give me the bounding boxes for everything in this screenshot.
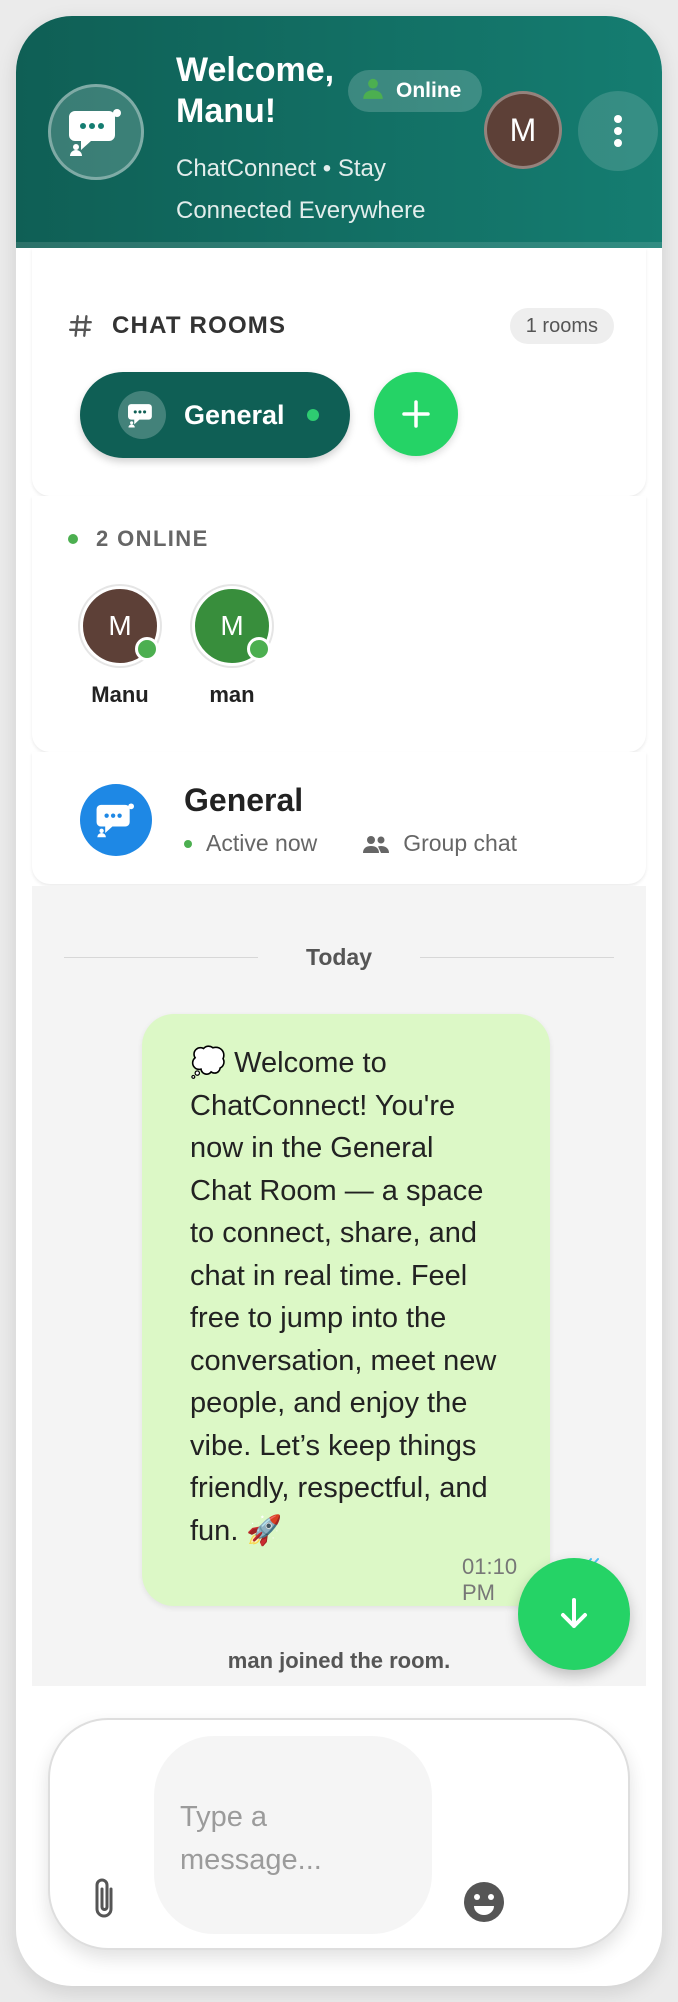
room-title: General [184, 782, 304, 818]
emoji-smile-icon [464, 1882, 504, 1922]
online-indicator-dot [68, 534, 78, 544]
presence-dot [135, 637, 159, 661]
room-chip-general[interactable]: General [80, 372, 350, 458]
app-window: Welcome, Manu! Online ChatConnect • Stay… [16, 16, 662, 1986]
day-label: Today [305, 943, 373, 970]
app-subtitle: ChatConnect • Stay Connected Everywhere [176, 155, 426, 224]
chat-rooms-title: CHAT ROOMS [112, 312, 287, 339]
user-avatar-manu: M [80, 586, 160, 666]
message-list[interactable]: Today 💭 Welcome to ChatConnect! You're n… [32, 886, 646, 1686]
room-active-dot [306, 409, 319, 421]
user-name: Manu [91, 682, 149, 707]
user-name: man [209, 682, 255, 707]
chat-bubble-icon [118, 391, 166, 439]
online-user-man[interactable]: M man [182, 586, 282, 708]
status-label: Online [396, 79, 462, 102]
day-separator: Today [64, 942, 614, 972]
plus-icon [402, 400, 430, 428]
scroll-to-bottom-button[interactable] [518, 1558, 630, 1670]
hash-icon [68, 315, 92, 337]
add-room-button[interactable] [374, 372, 458, 456]
welcome-heading: Welcome, Manu! [176, 51, 335, 130]
chat-rooms-panel: CHAT ROOMS 1 rooms General [32, 248, 646, 496]
room-chip-label: General [184, 399, 285, 430]
arrow-down-icon [561, 1598, 587, 1628]
room-info-header: General Active now Group chat [32, 752, 646, 884]
paperclip-icon [95, 1878, 113, 1918]
more-options-button[interactable] [578, 91, 658, 171]
emoji-button[interactable] [458, 1876, 510, 1928]
online-user-manu[interactable]: M Manu [70, 586, 170, 708]
online-status-badge: Online [348, 70, 482, 112]
user-avatar-man: M [192, 586, 272, 666]
app-header: Welcome, Manu! Online ChatConnect • Stay… [16, 16, 662, 248]
message-input[interactable] [154, 1736, 432, 1934]
online-count-title: 2 ONLINE [96, 526, 209, 551]
message-bubble[interactable]: 💭 Welcome to ChatConnect! You're now in … [142, 1014, 599, 1606]
active-dot [184, 839, 192, 848]
person-icon [360, 75, 386, 107]
people-icon [363, 835, 390, 853]
message-text: 💭 Welcome to ChatConnect! You're now in … [190, 1047, 497, 1547]
online-users-panel: 2 ONLINE M Manu M man [32, 496, 646, 752]
chat-bubble-logo-icon [48, 84, 144, 180]
room-type: Group chat [403, 830, 518, 856]
presence-dot [247, 637, 271, 661]
more-vertical-icon [614, 115, 622, 147]
attach-button[interactable] [78, 1872, 130, 1924]
group-chat-icon [80, 784, 152, 856]
rooms-count-badge: 1 rooms [509, 308, 614, 344]
room-status: Active now [206, 830, 318, 856]
message-composer [48, 1718, 630, 1950]
user-avatar[interactable]: M [484, 91, 562, 169]
